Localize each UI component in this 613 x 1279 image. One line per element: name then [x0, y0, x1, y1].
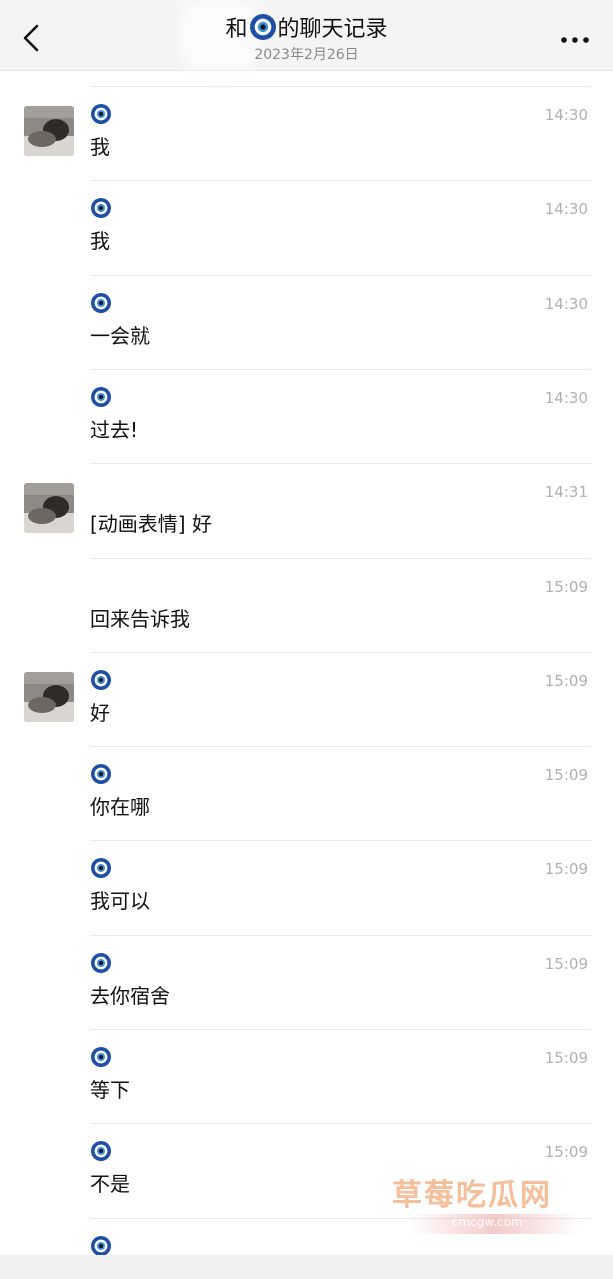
message-row[interactable]: 15:09 等下: [0, 1029, 613, 1123]
message-text: [动画表情] 好: [90, 512, 212, 537]
evil-eye-icon: [91, 669, 111, 690]
message-row[interactable]: 14:30 过去!: [0, 368, 613, 463]
message-time: 14:30: [544, 200, 588, 219]
message-divider: [90, 86, 591, 87]
avatar[interactable]: [24, 106, 74, 156]
watermark-text: 草莓吃瓜网: [392, 1178, 552, 1213]
more-dots-icon: [561, 37, 589, 43]
evil-eye-icon: [91, 952, 111, 973]
message-time: 15:09: [544, 577, 588, 596]
message-divider: [90, 840, 591, 842]
message-text: 我可以: [90, 889, 150, 914]
message-text: 过去!: [90, 417, 139, 442]
evil-eye-icon: [91, 292, 111, 313]
page-title: 和 的聊天记录: [0, 14, 613, 48]
message-divider: [90, 557, 591, 559]
message-row[interactable]: 14:31 [动画表情] 好: [0, 463, 613, 557]
message-time: 14:30: [544, 106, 588, 124]
message-row[interactable]: 14:30 我: [0, 86, 613, 180]
message-divider: [90, 180, 591, 182]
message-divider: [90, 746, 591, 748]
message-divider: [90, 463, 591, 465]
message-row[interactable]: 15:09 你在哪: [0, 746, 613, 840]
avatar[interactable]: [24, 483, 74, 534]
message-text: 不是: [90, 1172, 130, 1197]
message-text: 我: [90, 135, 110, 159]
message-text: 你在哪: [90, 795, 150, 820]
evil-eye-icon: [91, 386, 111, 407]
message-text: 等下: [90, 1078, 130, 1102]
message-time: 14:31: [544, 483, 588, 502]
evil-eye-icon: [91, 104, 111, 124]
evil-eye-icon: [91, 858, 111, 879]
message-time: 14:30: [544, 388, 588, 407]
message-divider: [90, 274, 591, 276]
message-divider: [90, 1029, 591, 1030]
message-row[interactable]: 15:09 回来告诉我: [0, 557, 613, 652]
chat-date: 2023年2月26日: [254, 47, 359, 63]
chat-history-page: 和的聊天记录 2023年2月26日 14:30 我 14:30 我 14:30 一会就 14…: [0, 0, 613, 1279]
evil-eye-icon: [91, 198, 111, 219]
watermark-url: cmcgw.com: [452, 1215, 523, 1229]
evil-eye-icon: [91, 1047, 111, 1067]
title-suffix: 的聊天记录: [277, 17, 388, 42]
header-bar: 和 的聊天记录 2023年2月26日: [0, 0, 613, 71]
message-text: 我: [90, 229, 110, 254]
evil-eye-icon: [91, 1235, 111, 1256]
evil-eye-icon: [91, 764, 111, 785]
title-prefix: 和: [225, 17, 248, 42]
message-text: 回来告诉我: [90, 606, 190, 631]
message-row[interactable]: 14:30 我: [0, 180, 613, 274]
message-divider: [90, 934, 591, 936]
message-time: 15:09: [544, 766, 588, 785]
message-divider: [90, 651, 591, 653]
message-divider: [90, 368, 591, 370]
message-row[interactable]: 14:30 一会就: [0, 274, 613, 369]
message-row[interactable]: 15:09 我可以: [0, 840, 613, 934]
message-time: 15:09: [544, 1143, 588, 1162]
message-time: 14:30: [544, 294, 588, 313]
message-text: 好: [90, 700, 110, 725]
more-button[interactable]: [555, 22, 595, 58]
message-text: 去你宿舍: [90, 983, 170, 1008]
message-time: 15:09: [544, 671, 588, 690]
message-time: 15:09: [544, 954, 588, 973]
message-row[interactable]: 15:09 去你宿舍: [0, 934, 613, 1029]
message-time: 15:09: [544, 1049, 588, 1067]
bottom-bar: [0, 1255, 613, 1279]
message-time: 15:09: [544, 860, 588, 879]
message-divider: [90, 1123, 591, 1125]
evil-eye-icon: [249, 14, 276, 48]
message-text: 一会就: [90, 323, 150, 348]
avatar[interactable]: [24, 671, 74, 722]
evil-eye-icon: [91, 1141, 111, 1162]
message-row[interactable]: 15:09 好: [0, 651, 613, 746]
